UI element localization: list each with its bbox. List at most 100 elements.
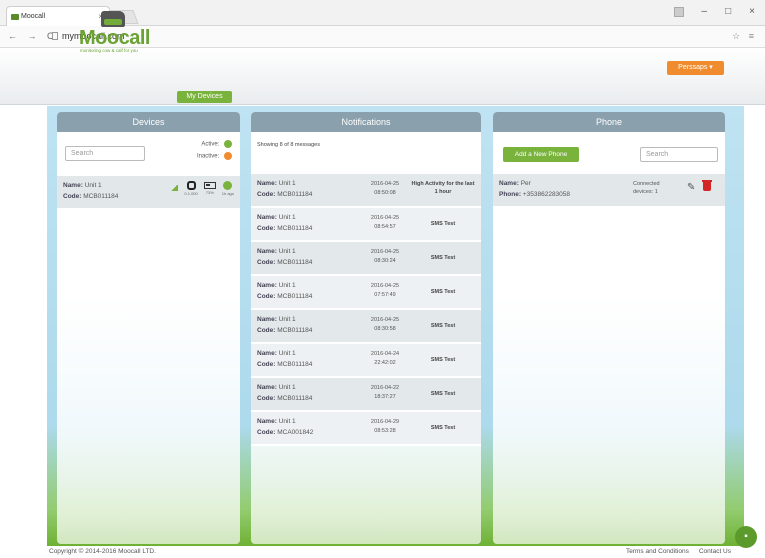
footer: Copyright © 2014-2016 Moocall LTD. Terms… bbox=[0, 546, 765, 558]
notification-time: 18:37:27 bbox=[374, 394, 396, 400]
notification-time: 07:57:49 bbox=[374, 292, 396, 298]
legend-active-label: Active: bbox=[201, 141, 220, 148]
notification-device-name: Unit 1 bbox=[278, 384, 296, 391]
notification-row[interactable]: Name: Unit 1 Code: MCB011184 2016-04-25 08:… bbox=[251, 310, 481, 344]
legend-inactive-label: Inactive: bbox=[196, 153, 220, 160]
active-dot-icon bbox=[224, 140, 232, 148]
notification-name-label: Name: bbox=[257, 384, 277, 391]
notification-device-name: Unit 1 bbox=[278, 180, 296, 187]
notification-device-code: MCA001842 bbox=[277, 429, 314, 436]
browser-tools-icons[interactable]: ☆ ≡ bbox=[732, 31, 757, 42]
notification-time: 08:53:28 bbox=[374, 428, 396, 434]
notification-device-name: Unit 1 bbox=[278, 350, 296, 357]
showing-count: Showing 8 of 8 messages bbox=[257, 142, 320, 148]
device-code: MCB011184 bbox=[83, 193, 119, 200]
notification-message: SMS Test bbox=[430, 289, 456, 295]
battery-caption: 73% bbox=[205, 190, 214, 195]
notification-name-label: Name: bbox=[257, 214, 277, 221]
notification-row[interactable]: Name: Unit 1 Code: MCB011184 2016-04-22 18:… bbox=[251, 378, 481, 412]
phone-number-label: Phone: bbox=[499, 191, 522, 198]
copyright-text: Copyright © 2014-2016 Moocall LTD. bbox=[49, 548, 156, 555]
notification-code-label: Code: bbox=[257, 225, 276, 232]
notification-device-code: MCB011184 bbox=[277, 259, 313, 266]
devices-panel-body: Search Active: Inactive: Name: Unit 1 Co… bbox=[57, 132, 240, 544]
notification-row[interactable]: Name: Unit 1 Code: MCB011184 2016-04-25 08:… bbox=[251, 174, 481, 208]
notification-device-code: MCB011184 bbox=[277, 395, 313, 402]
notification-device-code: MCB011184 bbox=[277, 327, 313, 334]
logo-tagline: monitoring cow & calf for you bbox=[80, 48, 138, 53]
notification-row[interactable]: Name: Unit 1 Code: MCB011184 2016-04-24 22:… bbox=[251, 344, 481, 378]
notification-date: 2016-04-25 bbox=[370, 249, 400, 255]
notifications-panel-title: Notifications bbox=[251, 112, 481, 132]
phone-search-input[interactable]: Search bbox=[640, 147, 718, 162]
main-area: Devices Search Active: Inactive: Name: U… bbox=[47, 106, 744, 546]
last-seen-caption: 1h ago bbox=[221, 191, 234, 196]
notification-time: 08:30:24 bbox=[374, 258, 396, 264]
notification-message: High Activity for the last 1 hour bbox=[411, 181, 475, 195]
code-label: Code: bbox=[63, 193, 82, 200]
notification-timestamp: 2016-04-25 08:30:58 bbox=[363, 316, 407, 334]
inactive-dot-icon bbox=[224, 152, 232, 160]
notification-name-label: Name: bbox=[257, 316, 277, 323]
signal-icon bbox=[170, 185, 179, 191]
devices-search-input[interactable]: Search bbox=[65, 146, 145, 161]
notification-date: 2016-04-22 bbox=[370, 385, 400, 391]
notification-row[interactable]: Name: Unit 1 Code: MCB011184 2016-04-25 07:… bbox=[251, 276, 481, 310]
notification-row[interactable]: Name: Unit 1 Code: MCB011184 2016-04-25 08:… bbox=[251, 242, 481, 276]
notification-timestamp: 2016-04-25 08:54:57 bbox=[363, 214, 407, 232]
notification-row[interactable]: Name: Unit 1 Code: MCA001842 2016-04-29 08:… bbox=[251, 412, 481, 446]
notification-message: SMS Test bbox=[430, 255, 456, 261]
notification-name-label: Name: bbox=[257, 418, 277, 425]
notification-device-name: Unit 1 bbox=[278, 418, 296, 425]
connected-count: devices: 1 bbox=[633, 189, 658, 195]
terms-link[interactable]: Terms and Conditions bbox=[626, 548, 689, 555]
browser-tab[interactable]: Moocall × bbox=[6, 6, 110, 26]
user-menu-button[interactable]: Perssaps ▾ bbox=[667, 61, 724, 75]
window-controls: – □ × bbox=[673, 6, 755, 17]
notification-code-label: Code: bbox=[257, 191, 276, 198]
notification-device-name: Unit 1 bbox=[278, 316, 296, 323]
notification-time: 08:30:58 bbox=[374, 326, 396, 332]
notification-timestamp: 2016-04-29 08:53:28 bbox=[363, 418, 407, 436]
notification-device-name: Unit 1 bbox=[278, 282, 296, 289]
notification-name-label: Name: bbox=[257, 248, 277, 255]
battery-icon bbox=[203, 182, 216, 189]
notification-code-label: Code: bbox=[257, 293, 276, 300]
notification-row[interactable]: Name: Unit 1 Code: MCB011184 2016-04-25 08:… bbox=[251, 208, 481, 242]
notification-date: 2016-04-24 bbox=[370, 351, 400, 357]
minimize-icon[interactable]: – bbox=[702, 6, 708, 17]
notification-timestamp: 2016-04-24 22:42:02 bbox=[363, 350, 407, 368]
logo-name[interactable]: Moocall bbox=[79, 27, 150, 50]
legend-active: Active: bbox=[201, 140, 232, 148]
contact-link[interactable]: Contact Us bbox=[699, 548, 731, 555]
app-header bbox=[0, 48, 765, 105]
device-icon: 0.1.000 bbox=[184, 181, 198, 196]
moocall-device-icon bbox=[186, 181, 196, 190]
notification-timestamp: 2016-04-22 18:37:27 bbox=[363, 384, 407, 402]
notification-device-code: MCB011184 bbox=[277, 191, 313, 198]
connected-label: Connected bbox=[633, 181, 660, 187]
notification-date: 2016-04-25 bbox=[370, 215, 400, 221]
navigation-icons[interactable]: ← → C bbox=[8, 31, 58, 41]
maximize-icon[interactable]: □ bbox=[725, 6, 731, 17]
add-phone-button[interactable]: Add a New Phone bbox=[503, 147, 579, 162]
close-window-icon[interactable]: × bbox=[749, 6, 755, 17]
notification-date: 2016-04-29 bbox=[370, 419, 400, 425]
notification-time: 22:42:02 bbox=[374, 360, 396, 366]
notification-list: Name: Unit 1 Code: MCB011184 2016-04-25 08:… bbox=[251, 174, 481, 446]
notification-name-label: Name: bbox=[257, 350, 277, 357]
edit-pencil-icon[interactable]: ✎ bbox=[687, 182, 695, 193]
notification-timestamp: 2016-04-25 07:57:49 bbox=[363, 282, 407, 300]
notification-name-label: Name: bbox=[257, 282, 277, 289]
cow-logo-icon bbox=[101, 11, 125, 27]
phone-row[interactable]: Name: Per Phone: +353862283058 Connected… bbox=[493, 174, 725, 206]
notification-device-name: Unit 1 bbox=[278, 248, 296, 255]
notification-device-name: Unit 1 bbox=[278, 214, 296, 221]
my-devices-nav-button[interactable]: My Devices bbox=[177, 91, 232, 103]
notification-date: 2016-04-25 bbox=[370, 283, 400, 289]
notification-name-label: Name: bbox=[257, 180, 277, 187]
account-icon[interactable] bbox=[673, 7, 684, 17]
device-row[interactable]: Name: Unit 1 Code: MCB011184 0.1.000 73%… bbox=[57, 176, 240, 208]
chat-bubble-icon[interactable]: ▪ bbox=[735, 526, 757, 548]
delete-trash-icon[interactable] bbox=[702, 180, 712, 191]
